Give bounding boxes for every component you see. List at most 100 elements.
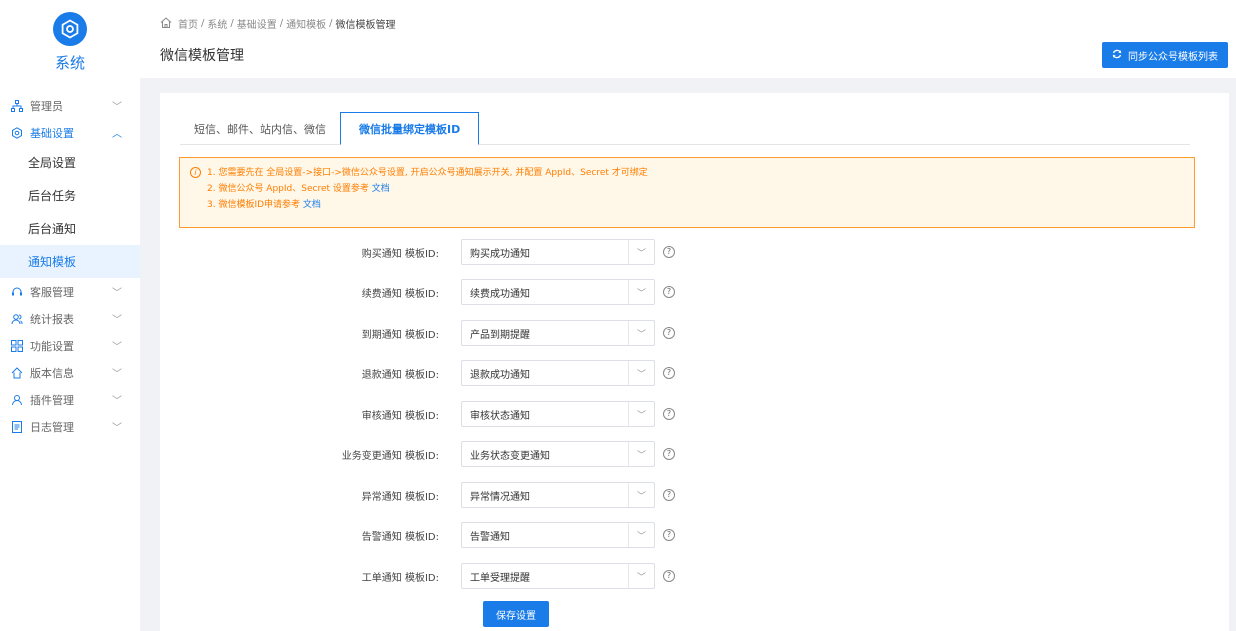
- refund-template-select[interactable]: 退款成功通知 ﹀: [461, 360, 655, 386]
- sidebar-subitem-background-tasks[interactable]: 后台任务: [0, 179, 140, 212]
- form-label: 工单通知 模板ID:: [361, 572, 439, 584]
- page-title: 微信模板管理: [160, 48, 244, 64]
- users-icon: [10, 312, 24, 326]
- sidebar-subitem-global-settings[interactable]: 全局设置: [0, 146, 140, 179]
- help-icon[interactable]: ?: [663, 448, 675, 460]
- sidebar-menu: 管理员 ﹀ 基础设置 ︿ 全局设置 后台任务 后台通知 通知模板 客服管理 ﹀ …: [0, 92, 140, 440]
- help-icon[interactable]: ?: [663, 286, 675, 298]
- expire-template-select[interactable]: 产品到期提醒 ﹀: [461, 320, 655, 346]
- sidebar-subitem-background-notify[interactable]: 后台通知: [0, 212, 140, 245]
- sidebar-item-customer-service[interactable]: 客服管理 ﹀: [0, 278, 140, 305]
- form-row-ticket: 工单通知 模板ID: 工单受理提醒 ﹀ ?: [160, 563, 860, 589]
- sidebar-item-label: 日志管理: [30, 420, 74, 434]
- form-label: 异常通知 模板ID:: [361, 491, 439, 503]
- sidebar-item-version[interactable]: 版本信息 ﹀: [0, 359, 140, 386]
- breadcrumb-basic-settings[interactable]: 基础设置: [237, 16, 277, 31]
- select-value: 异常情况通知: [470, 491, 530, 503]
- breadcrumb-notify-template[interactable]: 通知模板: [286, 16, 326, 31]
- chevron-down-icon: ﹀: [628, 564, 654, 588]
- exception-template-select[interactable]: 异常情况通知 ﹀: [461, 482, 655, 508]
- save-settings-button[interactable]: 保存设置: [483, 601, 549, 627]
- log-icon: [10, 420, 24, 434]
- sidebar-item-features[interactable]: 功能设置 ﹀: [0, 332, 140, 359]
- chevron-down-icon: ﹀: [112, 369, 122, 380]
- chevron-down-icon: ﹀: [112, 288, 122, 299]
- sidebar-item-reports[interactable]: 统计报表 ﹀: [0, 305, 140, 332]
- sidebar-item-plugins[interactable]: 插件管理 ﹀: [0, 386, 140, 413]
- chevron-down-icon: ﹀: [628, 402, 654, 426]
- alert-line-2: 2. 微信公众号 AppId、Secret 设置参考: [207, 184, 372, 194]
- tab-wechat-bind-template[interactable]: 微信批量绑定模板ID: [340, 112, 480, 145]
- version-icon: [10, 366, 24, 380]
- sync-button-label: 同步公众号模板列表: [1128, 51, 1218, 63]
- ticket-template-select[interactable]: 工单受理提醒 ﹀: [461, 563, 655, 589]
- sync-templates-button[interactable]: 同步公众号模板列表: [1102, 42, 1228, 68]
- select-value: 退款成功通知: [470, 369, 530, 381]
- select-value: 购买成功通知: [470, 248, 530, 260]
- alert-line-1: 1. 您需要先在 全局设置->接口->微信公众号设置, 开启公众号通知展示开关,…: [207, 168, 648, 178]
- sync-icon: [1112, 49, 1122, 62]
- sidebar-item-basic-settings[interactable]: 基础设置 ︿: [0, 119, 140, 146]
- home-icon[interactable]: [160, 16, 172, 31]
- gear-circle-icon: [10, 126, 24, 140]
- sidebar-item-logs[interactable]: 日志管理 ﹀: [0, 413, 140, 440]
- alarm-template-select[interactable]: 告警通知 ﹀: [461, 522, 655, 548]
- form-label: 退款通知 模板ID:: [361, 369, 439, 381]
- sidebar-subitem-notify-template[interactable]: 通知模板: [0, 245, 140, 278]
- help-icon[interactable]: ?: [663, 570, 675, 582]
- business-change-template-select[interactable]: 业务状态变更通知 ﹀: [461, 441, 655, 467]
- select-value: 业务状态变更通知: [470, 450, 550, 462]
- purchase-template-select[interactable]: 购买成功通知 ﹀: [461, 239, 655, 265]
- tab-sms-email-wechat[interactable]: 短信、邮件、站内信、微信: [180, 112, 340, 145]
- sidebar-item-label: 基础设置: [30, 126, 74, 140]
- sidebar-item-label: 功能设置: [30, 339, 74, 353]
- sidebar-item-label: 统计报表: [30, 312, 74, 326]
- form-row-refund: 退款通知 模板ID: 退款成功通知 ﹀ ?: [160, 360, 860, 386]
- settings-logo-icon: [53, 12, 87, 46]
- form-row-renew: 续费通知 模板ID: 续费成功通知 ﹀ ?: [160, 279, 860, 305]
- help-icon[interactable]: ?: [663, 246, 675, 258]
- sidebar-item-admin[interactable]: 管理员 ﹀: [0, 92, 140, 119]
- breadcrumb: 首页 / 系统 / 基础设置 / 通知模板 / 微信模板管理: [160, 16, 396, 31]
- sidebar-item-label: 插件管理: [30, 393, 74, 407]
- chevron-down-icon: ﹀: [628, 361, 654, 385]
- select-value: 续费成功通知: [470, 288, 530, 300]
- chevron-down-icon: ﹀: [112, 102, 122, 113]
- info-alert: i 1. 您需要先在 全局设置->接口->微信公众号设置, 开启公众号通知展示开关…: [179, 157, 1195, 228]
- chevron-down-icon: ﹀: [628, 240, 654, 264]
- template-id-doc-link[interactable]: 文档: [303, 200, 321, 210]
- help-icon[interactable]: ?: [663, 327, 675, 339]
- chevron-down-icon: ﹀: [112, 423, 122, 434]
- alert-line-3: 3. 微信模板ID申请参考: [207, 200, 303, 210]
- breadcrumb-system[interactable]: 系统: [207, 16, 227, 31]
- chevron-down-icon: ﹀: [112, 315, 122, 326]
- help-icon[interactable]: ?: [663, 489, 675, 501]
- tab-bar: 短信、邮件、站内信、微信 微信批量绑定模板ID: [180, 112, 1190, 145]
- select-value: 工单受理提醒: [470, 572, 530, 584]
- sidebar-item-label: 管理员: [30, 99, 63, 113]
- breadcrumb-home[interactable]: 首页: [178, 16, 198, 31]
- help-icon[interactable]: ?: [663, 529, 675, 541]
- breadcrumb-current: 微信模板管理: [335, 20, 396, 31]
- chevron-down-icon: ﹀: [628, 523, 654, 547]
- chevron-down-icon: ﹀: [112, 396, 122, 407]
- info-icon: i: [190, 167, 201, 178]
- grid-icon: [10, 339, 24, 353]
- renew-template-select[interactable]: 续费成功通知 ﹀: [461, 279, 655, 305]
- form-row-business-change: 业务变更通知 模板ID: 业务状态变更通知 ﹀ ?: [160, 441, 860, 467]
- headset-icon: [10, 285, 24, 299]
- form-row-purchase: 购买通知 模板ID: 购买成功通知 ﹀ ?: [160, 239, 860, 265]
- select-value: 产品到期提醒: [470, 329, 530, 341]
- appid-doc-link[interactable]: 文档: [372, 184, 390, 194]
- sidebar-item-label: 客服管理: [30, 285, 74, 299]
- help-icon[interactable]: ?: [663, 367, 675, 379]
- chevron-down-icon: ﹀: [112, 342, 122, 353]
- help-icon[interactable]: ?: [663, 408, 675, 420]
- form-row-review: 审核通知 模板ID: 审核状态通知 ﹀ ?: [160, 401, 860, 427]
- form-label: 购买通知 模板ID:: [361, 248, 439, 260]
- review-template-select[interactable]: 审核状态通知 ﹀: [461, 401, 655, 427]
- sidebar: 系统 管理员 ﹀ 基础设置 ︿ 全局设置 后台任务 后台通知 通知模板 客服管理…: [0, 0, 140, 631]
- form-row-expire: 到期通知 模板ID: 产品到期提醒 ﹀ ?: [160, 320, 860, 346]
- form-label: 续费通知 模板ID:: [361, 288, 439, 300]
- plugin-icon: [10, 393, 24, 407]
